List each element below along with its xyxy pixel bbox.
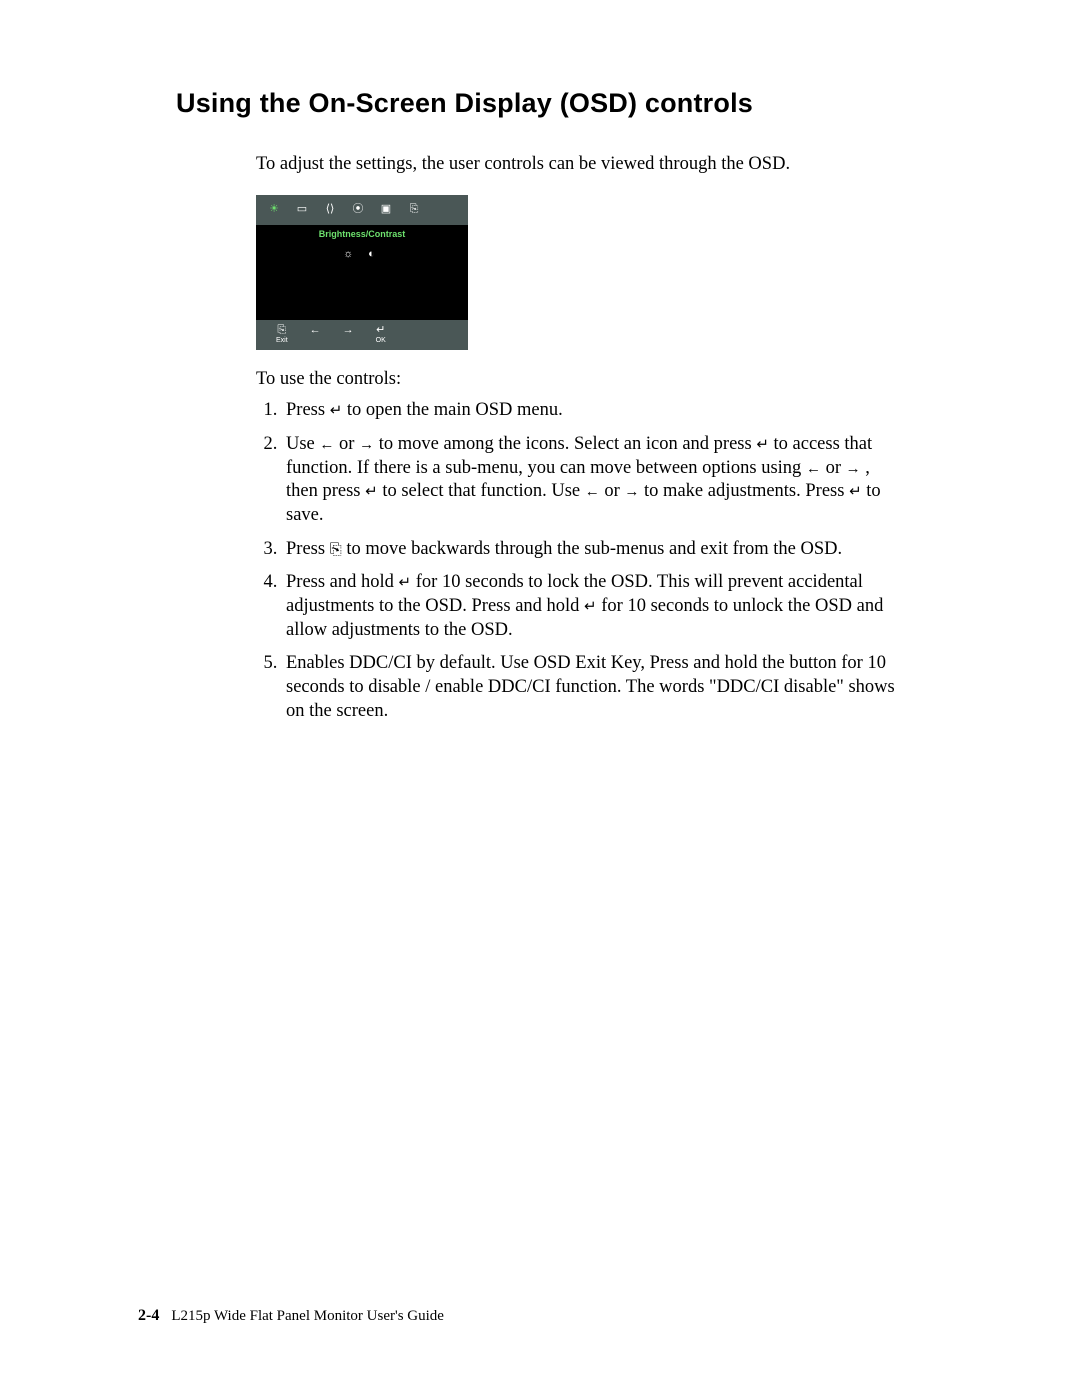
- osd-sub-icons: ☼ ◐: [256, 247, 468, 261]
- step-1: Press ↵ to open the main OSD menu.: [282, 399, 896, 423]
- osd-bottom-bar: ⎘ Exit ← → ↵ OK: [256, 320, 468, 350]
- color-icon: ⦿: [348, 204, 368, 215]
- step-4: Press and hold ↵ for 10 seconds to lock …: [282, 571, 896, 642]
- page-footer: 2-4 L215p Wide Flat Panel Monitor User's…: [138, 1307, 444, 1325]
- enter-icon: ↵: [330, 402, 343, 419]
- image-position-icon: ▭: [292, 204, 312, 215]
- brightness-icon: ☀: [264, 204, 284, 215]
- image-setup-icon: ⟨⟩: [320, 204, 340, 215]
- osd-right-button: →: [343, 325, 354, 344]
- step-5: Enables DDC/CI by default. Use OSD Exit …: [282, 652, 896, 723]
- lead-paragraph: To use the controls:: [256, 368, 896, 392]
- page: Using the On-Screen Display (OSD) contro…: [0, 0, 1080, 1397]
- options-icon: ▣: [376, 204, 396, 215]
- exit-icon: ⎘: [277, 325, 286, 336]
- arrow-left-icon: ←: [806, 460, 821, 477]
- content-block: To adjust the settings, the user control…: [256, 153, 896, 723]
- enter-icon: ↵: [756, 436, 769, 453]
- ok-label: OK: [376, 337, 386, 344]
- section-heading: Using the On-Screen Display (OSD) contro…: [176, 88, 970, 119]
- steps-list: Press ↵ to open the main OSD menu. Use ←…: [256, 399, 896, 723]
- document-title: L215p Wide Flat Panel Monitor User's Gui…: [171, 1308, 444, 1324]
- step-2: Use ← or → to move among the icons. Sele…: [282, 433, 896, 528]
- osd-screenshot: ☀ ▭ ⟨⟩ ⦿ ▣ ⎘ Brightness/Contrast ☼ ◐ ⎘ E…: [256, 195, 468, 350]
- enter-icon: ↵: [399, 574, 412, 591]
- exit-icon: ⎘: [330, 541, 342, 558]
- page-number: 2-4: [138, 1307, 159, 1324]
- osd-top-bar: ☀ ▭ ⟨⟩ ⦿ ▣ ⎘: [256, 195, 468, 225]
- enter-icon: ↵: [365, 483, 378, 500]
- enter-icon: ↵: [376, 325, 385, 336]
- enter-icon: ↵: [849, 483, 862, 500]
- exit-top-icon: ⎘: [404, 204, 424, 215]
- exit-label: Exit: [276, 337, 288, 344]
- arrow-left-icon: ←: [310, 325, 321, 336]
- osd-left-button: ←: [310, 325, 321, 344]
- osd-ok-button: ↵ OK: [376, 325, 386, 344]
- enter-icon: ↵: [584, 598, 597, 615]
- arrow-right-icon: →: [846, 460, 861, 477]
- osd-exit-button: ⎘ Exit: [276, 325, 288, 344]
- osd-title: Brightness/Contrast: [256, 229, 468, 241]
- arrow-left-icon: ←: [585, 483, 600, 500]
- step-3: Press ⎘ to move backwards through the su…: [282, 538, 896, 562]
- intro-paragraph: To adjust the settings, the user control…: [256, 153, 896, 177]
- arrow-right-icon: →: [624, 483, 639, 500]
- arrow-left-icon: ←: [319, 436, 334, 453]
- arrow-right-icon: →: [343, 325, 354, 336]
- arrow-right-icon: →: [359, 436, 374, 453]
